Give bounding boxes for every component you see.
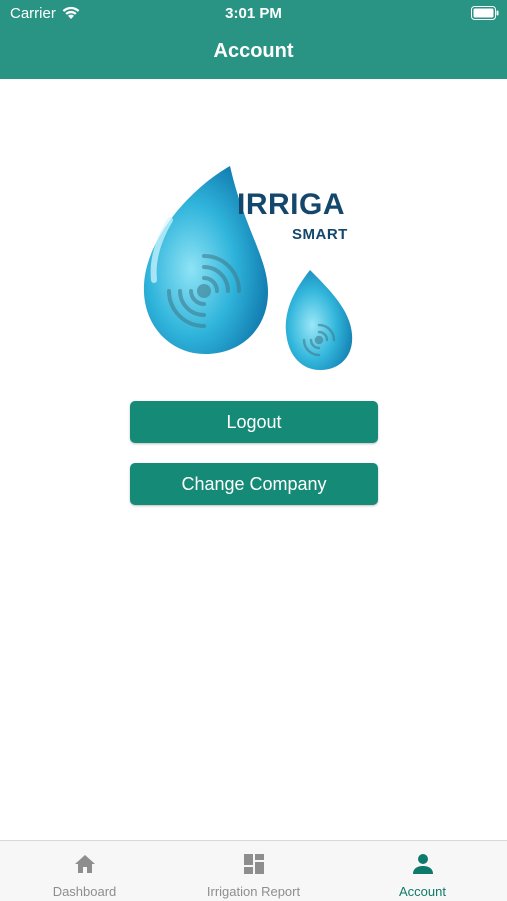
status-time: 3:01 PM: [225, 5, 282, 22]
page-title: Account: [213, 40, 294, 62]
logo-brand-text: IRRIGA: [237, 188, 345, 221]
bottom-tab-bar: Dashboard Irrigation Report Account: [0, 840, 507, 901]
tab-dashboard[interactable]: Dashboard: [0, 841, 169, 901]
tab-account[interactable]: Account: [338, 841, 507, 901]
app-header: Carrier 3:01 PM Account: [0, 0, 507, 79]
logo-tagline-text: SMART: [292, 226, 348, 243]
tab-irrigation-report[interactable]: Irrigation Report: [169, 841, 338, 901]
person-icon: [412, 854, 433, 874]
change-company-button[interactable]: Change Company: [130, 463, 378, 505]
battery-icon: [471, 6, 499, 25]
tab-irrigation-report-label: Irrigation Report: [206, 884, 301, 899]
dashboard-grid-icon: [243, 854, 264, 874]
home-icon: [74, 855, 95, 873]
status-bar: Carrier 3:01 PM: [0, 0, 507, 28]
tab-account-label: Account: [399, 884, 446, 899]
logout-button[interactable]: Logout: [130, 401, 378, 443]
tab-dashboard-label: Dashboard: [52, 884, 117, 899]
